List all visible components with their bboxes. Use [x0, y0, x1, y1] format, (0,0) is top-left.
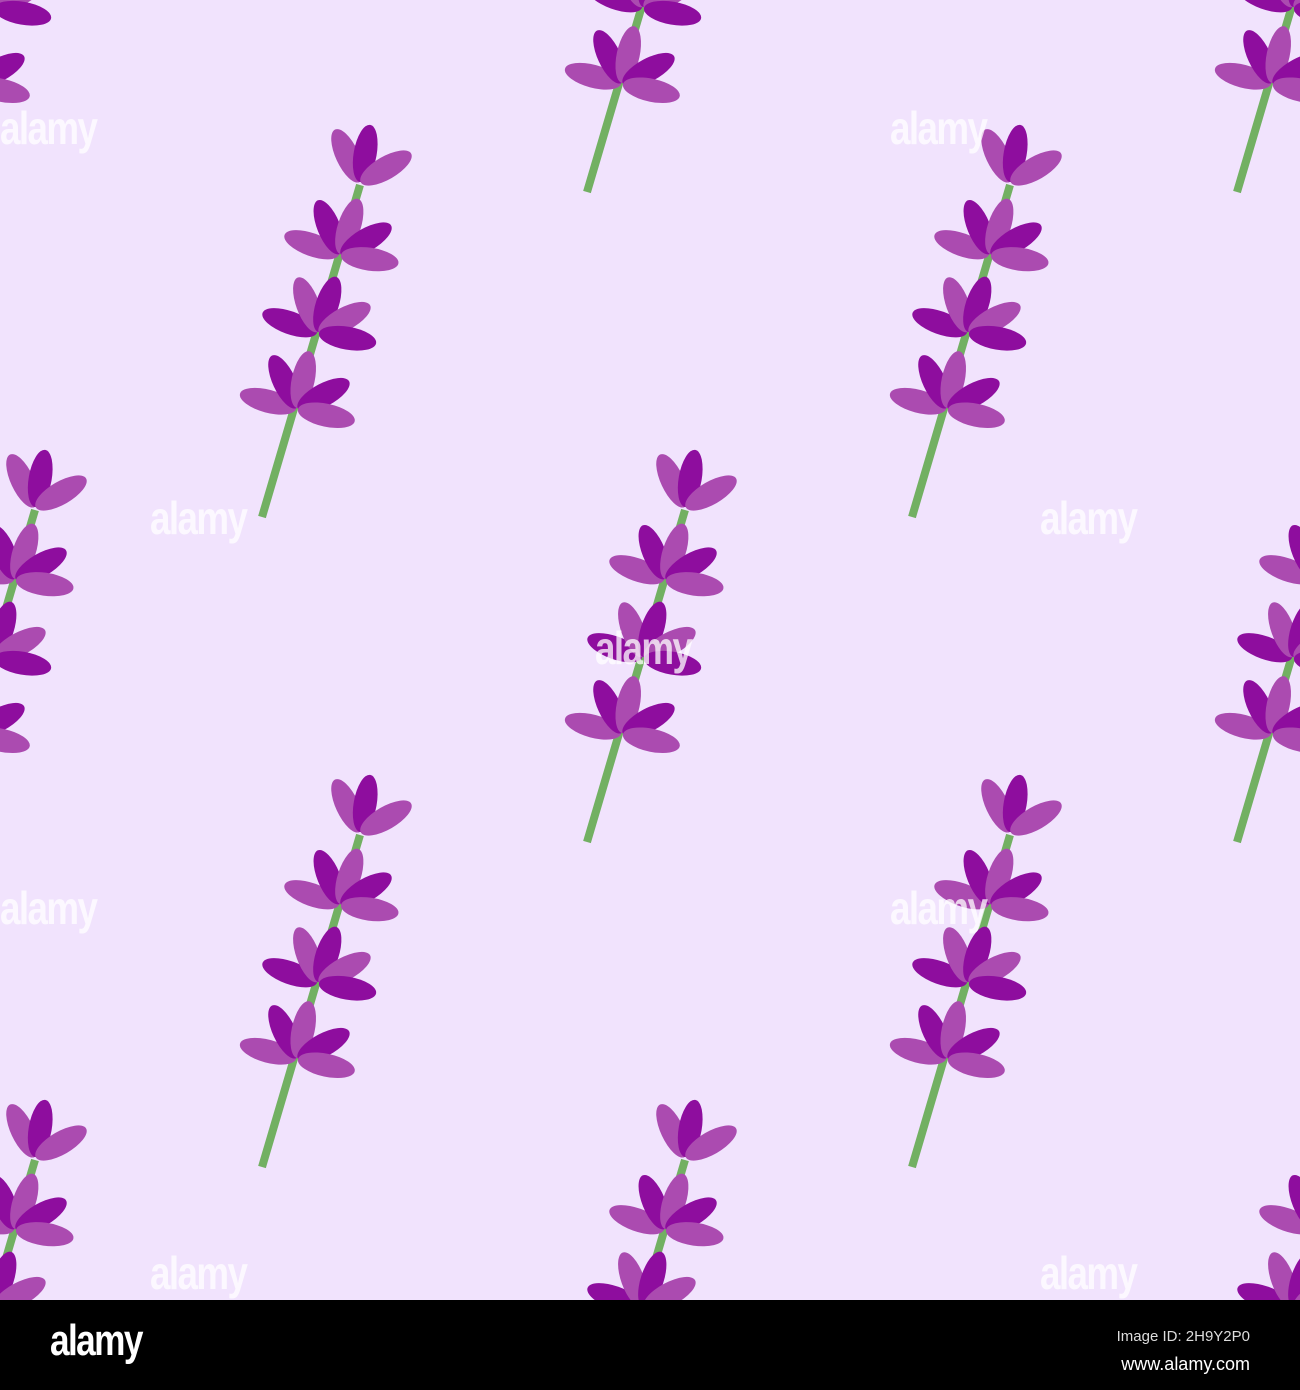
- watermark-text: alamy: [595, 622, 693, 674]
- watermark-text: alamy: [1040, 1247, 1138, 1299]
- watermark-text: alamy: [0, 882, 98, 934]
- watermark-text: alamy: [890, 882, 988, 934]
- watermark-text: alamy: [150, 492, 248, 544]
- image-id: Image ID: 2H9Y2P0: [1116, 1328, 1250, 1345]
- watermark-text: alamy: [890, 102, 988, 154]
- alamy-logo[interactable]: alamy: [50, 1316, 143, 1366]
- watermark-text: alamy: [1040, 492, 1138, 544]
- site-url[interactable]: www.alamy.com: [1121, 1354, 1250, 1375]
- watermark-text: alamy: [0, 102, 98, 154]
- watermark-text: alamy: [150, 1247, 248, 1299]
- footer-bar: alamy Image ID: 2H9Y2P0 www.alamy.com: [0, 1300, 1300, 1390]
